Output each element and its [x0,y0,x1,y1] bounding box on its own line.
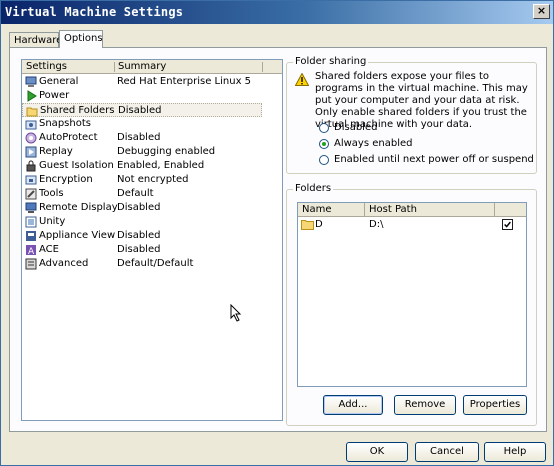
folder-host-path: D:\ [369,219,384,230]
ace-icon: A [26,245,36,256]
settings-item-label: AutoProtect [39,132,98,143]
folder-sharing-group: Folder sharing Shared folders expose you… [286,56,537,174]
settings-item-summary: Disabled [117,230,161,241]
title-bar[interactable]: Virtual Machine Settings × [1,1,553,24]
settings-item-guest-isolation[interactable]: Guest Isolation Enabled, Enabled [22,159,262,173]
settings-item-snapshots[interactable]: Snapshots [22,117,262,131]
advanced-icon [25,258,37,270]
settings-item-label: Replay [39,146,73,157]
unity-icon [25,216,37,228]
settings-item-label: Advanced [39,258,89,269]
settings-item-summary: Default/Default [117,258,194,269]
settings-item-tools[interactable]: Tools Default [22,187,262,201]
settings-item-label: Tools [39,188,64,199]
folders-list-header: Name Host Path [298,203,526,217]
folder-properties-button[interactable]: Properties [463,395,527,415]
settings-item-power[interactable]: Power [22,89,262,103]
power-icon [27,90,37,102]
column-separator[interactable] [364,203,365,217]
folder-sharing-legend: Folder sharing [293,56,369,67]
close-button[interactable]: × [533,4,550,19]
settings-item-summary: Disabled [118,105,162,116]
settings-list-header: Settings Summary [22,60,282,74]
settings-item-summary: Disabled [117,202,161,213]
help-button[interactable]: Help [484,442,546,462]
remove-folder-button[interactable]: Remove [394,395,456,415]
settings-item-remote-display[interactable]: Remote Display Disabled [22,201,262,215]
svg-text:A: A [28,247,35,256]
settings-item-ace[interactable]: A ACE Disabled [22,243,262,257]
folder-enabled-checkbox[interactable] [502,219,513,230]
radio-indicator[interactable] [319,155,329,165]
replay-icon [25,146,37,158]
settings-item-appliance-view[interactable]: Appliance View Disabled [22,229,262,243]
folder-icon [301,220,314,230]
settings-item-shared-folders[interactable]: Shared Folders Disabled [22,103,262,117]
general-icon [25,76,37,87]
settings-item-summary: Default [117,188,154,199]
settings-item-summary: Not encrypted [117,174,189,185]
settings-item-advanced[interactable]: Advanced Default/Default [22,257,262,271]
folders-legend: Folders [293,183,334,194]
settings-item-summary: Debugging enabled [117,146,216,157]
ok-button[interactable]: OK [346,442,408,462]
column-separator[interactable] [114,62,115,72]
column-separator[interactable] [262,62,263,72]
radio-indicator[interactable] [319,123,329,133]
display-icon [25,202,37,213]
settings-item-encryption[interactable]: Encryption Not encrypted [22,173,262,187]
cancel-button[interactable]: Cancel [415,442,479,462]
settings-item-label: Shared Folders [40,105,115,116]
settings-dialog: Virtual Machine Settings × Hardware Opti… [0,0,554,466]
settings-item-unity[interactable]: Unity [22,215,262,229]
appliance-icon [26,231,36,241]
settings-item-summary: Red Hat Enterprise Linux 5 [117,76,252,87]
settings-item-label: ACE [39,244,59,255]
warning-icon [295,73,309,86]
settings-item-summary: Enabled, Enabled [117,160,205,171]
snapshot-icon [25,120,37,130]
folders-list[interactable]: Name Host Path D D:\ [297,202,527,387]
settings-item-summary: Disabled [117,244,161,255]
settings-item-label: Appliance View [39,230,116,241]
settings-item-label: Snapshots [39,118,91,129]
mouse-cursor-icon [230,304,242,322]
folder-icon [26,107,38,117]
settings-item-summary: Disabled [117,132,161,143]
folder-name: D [315,219,323,230]
settings-item-label: Remote Display [39,202,118,213]
lock-icon [26,160,36,172]
settings-item-label: General [39,76,79,87]
radio-label[interactable]: Enabled until next power off or suspend [334,154,534,165]
column-separator[interactable] [494,203,495,217]
options-panel: Settings Summary General Red Hat Enterpr… [9,47,547,432]
settings-list[interactable]: Settings Summary General Red Hat Enterpr… [21,59,283,421]
settings-item-label: Guest Isolation [39,160,114,171]
tab-hardware[interactable]: Hardware [9,32,62,48]
settings-item-label: Unity [39,216,66,227]
settings-item-replay[interactable]: Replay Debugging enabled [22,145,262,159]
settings-item-general[interactable]: General Red Hat Enterprise Linux 5 [22,75,262,89]
add-folder-button[interactable]: Add... [323,395,383,415]
column-header-summary[interactable]: Summary [118,61,166,72]
radio-indicator[interactable] [319,139,329,149]
settings-item-label: Encryption [39,174,93,185]
column-header-host-path[interactable]: Host Path [369,204,417,215]
tab-options[interactable]: Options [59,30,103,48]
column-header-settings[interactable]: Settings [26,61,67,72]
radio-label[interactable]: Always enabled [334,138,412,149]
encryption-icon [25,175,37,185]
radio-label[interactable]: Disabled [334,122,377,133]
column-header-name[interactable]: Name [302,204,332,215]
settings-item-label: Power [39,90,70,101]
folder-row[interactable]: D D:\ [298,218,526,232]
window-title: Virtual Machine Settings [5,5,184,19]
tools-icon [25,188,37,200]
settings-item-autoprotect[interactable]: AutoProtect Disabled [22,131,262,145]
autoprotect-icon [25,132,37,144]
folders-group: Folders Name Host Path D D:\ Add... Remo… [286,183,537,426]
